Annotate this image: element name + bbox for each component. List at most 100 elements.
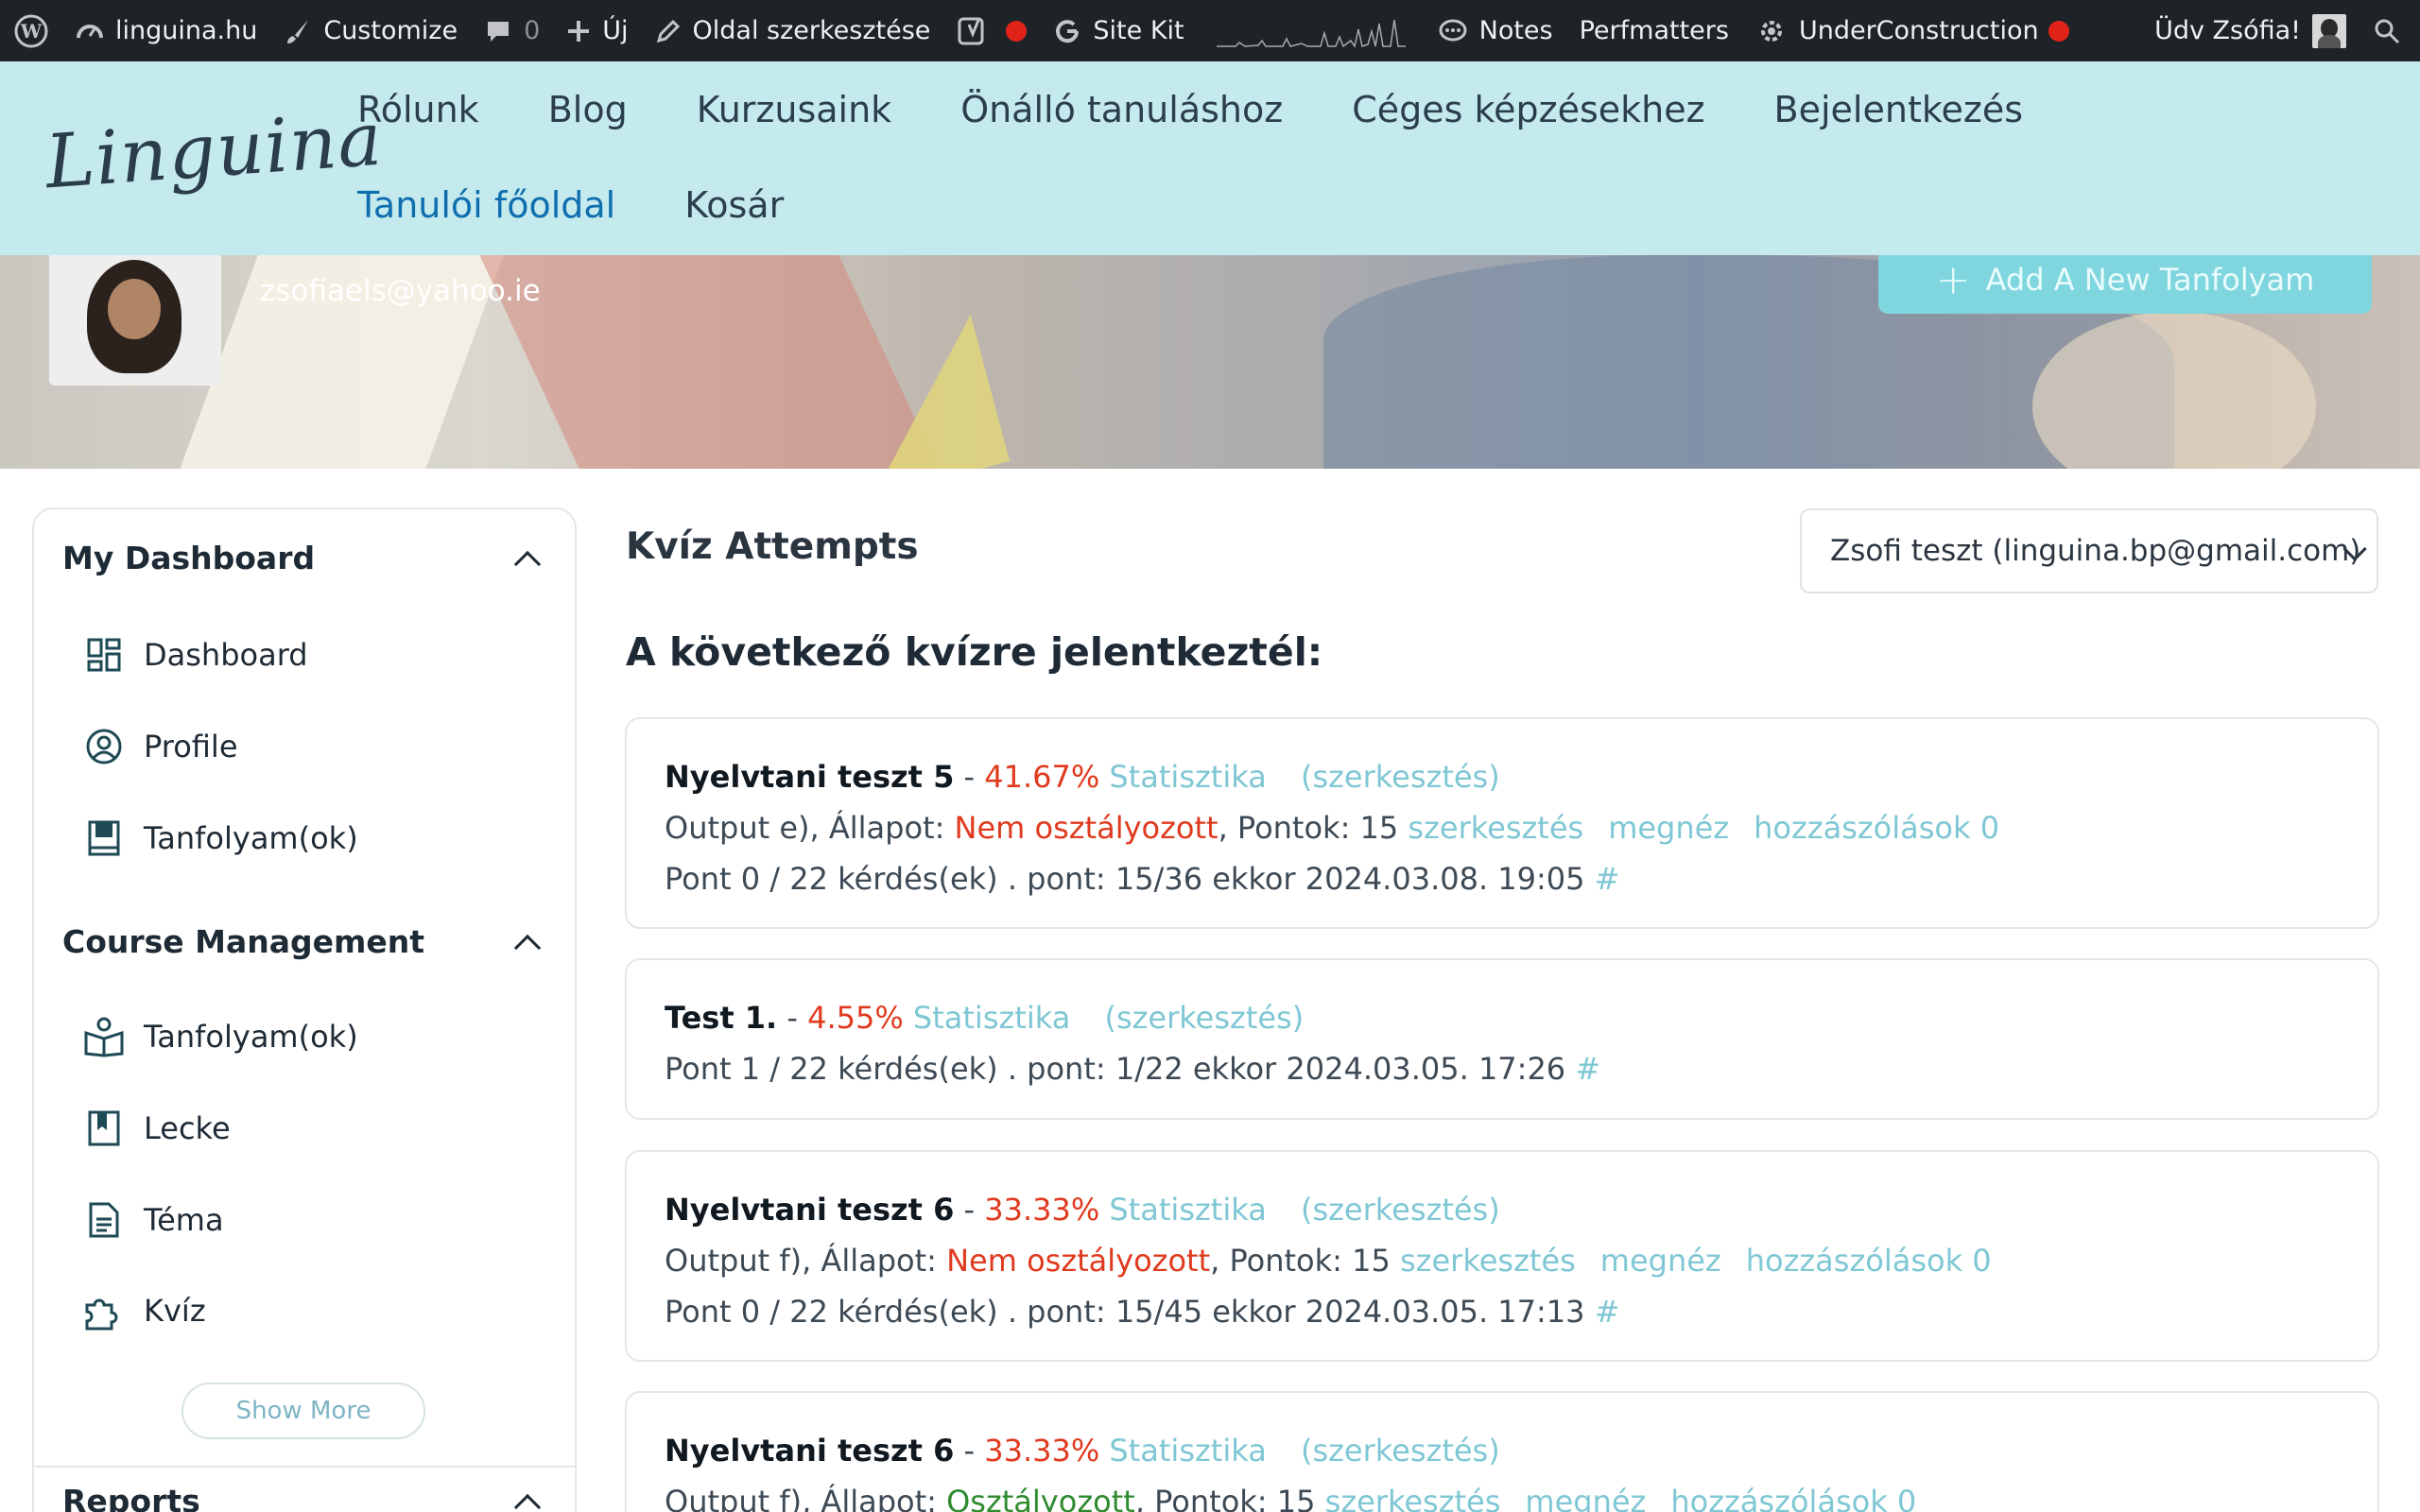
user-select-dropdown[interactable]: Zsofi teszt (linguina.bp@gmail.com): [1800, 508, 2378, 593]
quiz-title[interactable]: Nyelvtani teszt 5: [665, 759, 954, 795]
sidebar-section-course-management[interactable]: Course Management: [62, 923, 544, 961]
permalink-hash[interactable]: #: [1575, 1051, 1600, 1087]
score-percent: 41.67%: [984, 759, 1100, 795]
sidebar-item-topics[interactable]: Téma: [83, 1199, 224, 1241]
admin-avatar: [2312, 13, 2346, 48]
admin-under-construction-label: UnderConstruction: [1798, 16, 2039, 45]
sidebar-item-quiz[interactable]: Kvíz: [83, 1290, 206, 1332]
view-essay-link[interactable]: megnéz: [1608, 810, 1729, 846]
view-essay-link[interactable]: megnéz: [1600, 1243, 1721, 1279]
show-more-button[interactable]: Show More: [182, 1383, 425, 1439]
comments-link[interactable]: hozzászólások 0: [1746, 1243, 1992, 1279]
profile-email: zsofiaels@yahoo.ie: [260, 274, 541, 308]
essay-points: , Pontok: 15: [1210, 1243, 1400, 1279]
attempt-detail-row: Pont 0 / 22 kérdés(ek) . pont: 15/45 ekk…: [665, 1286, 2340, 1337]
dashboard-sidebar: My Dashboard Dashboard Profile Tanfolyam…: [32, 507, 577, 1512]
essay-output: Output e), Állapot:: [665, 810, 955, 846]
nav-item-blog[interactable]: Blog: [548, 61, 628, 157]
nav-item-onallo-tanulashoz[interactable]: Önálló tanuláshoz: [960, 61, 1283, 157]
sidebar-item-lessons[interactable]: Lecke: [83, 1108, 231, 1149]
permalink-hash[interactable]: #: [1595, 1294, 1620, 1330]
sidebar-item-label: Dashboard: [144, 637, 308, 673]
edit-quiz-link[interactable]: (szerkesztés): [1301, 1433, 1500, 1469]
admin-edit-page-label: Oldal szerkesztése: [692, 16, 931, 45]
admin-search-icon[interactable]: [2360, 0, 2420, 61]
statistics-link[interactable]: Statisztika: [1109, 759, 1266, 795]
nav-item-kurzusaink[interactable]: Kurzusaink: [697, 61, 892, 157]
chevron-up-icon: [513, 550, 542, 577]
plus-icon: [566, 19, 591, 43]
sidebar-section-title: Reports: [62, 1483, 200, 1512]
sidebar-section-reports[interactable]: Reports: [62, 1483, 544, 1512]
speech-bubble-icon: [1438, 17, 1468, 45]
nav-item-tanuloi-fooldal[interactable]: Tanulói főoldal: [357, 157, 615, 252]
main-navigation: Rólunk Blog Kurzusaink Önálló tanuláshoz…: [357, 61, 2371, 252]
attempt-detail-row: Pont 0 / 22 kérdés(ek) . pont: 15/36 ekk…: [665, 853, 2340, 904]
sidebar-item-profile[interactable]: Profile: [83, 726, 238, 767]
edit-quiz-link[interactable]: (szerkesztés): [1104, 1000, 1304, 1036]
admin-account-menu[interactable]: Üdv Zsófia!: [2141, 0, 2360, 61]
attempt-essay-row: Output f), Állapot: Nem osztályozott, Po…: [665, 1235, 2340, 1286]
quiz-title[interactable]: Nyelvtani teszt 6: [665, 1192, 954, 1228]
edit-essay-link[interactable]: szerkesztés: [1400, 1243, 1576, 1279]
attempt-heading: Nyelvtani teszt 5 - 41.67% Statisztika (…: [665, 751, 2340, 802]
comment-bubble-icon: [484, 17, 512, 45]
edit-essay-link[interactable]: szerkesztés: [1325, 1484, 1501, 1512]
edit-quiz-link[interactable]: (szerkesztés): [1301, 759, 1500, 795]
admin-site-kit-link[interactable]: Site Kit: [1040, 0, 1197, 61]
admin-notes-link[interactable]: Notes: [1425, 0, 1566, 61]
admin-new-label: Új: [602, 16, 629, 45]
profile-avatar: [49, 255, 221, 386]
nav-item-kosar[interactable]: Kosár: [684, 157, 784, 252]
chevron-up-icon: [513, 934, 542, 961]
bookmark-book-icon: [83, 1108, 125, 1149]
attempt-detail: Pont 0 / 22 kérdés(ek) . pont: 15/36 ekk…: [665, 861, 1595, 897]
admin-notes-label: Notes: [1478, 16, 1553, 45]
svg-text:W: W: [20, 20, 43, 43]
admin-under-construction-link[interactable]: UnderConstruction: [1742, 0, 2083, 61]
attempt-essay-row: Output e), Állapot: Nem osztályozott, Po…: [665, 802, 2340, 853]
sidebar-item-enrolled-courses[interactable]: Tanfolyam(ok): [83, 817, 358, 859]
sidebar-item-dashboard[interactable]: Dashboard: [83, 634, 308, 676]
admin-perfmatters-label: Perfmatters: [1579, 16, 1729, 45]
quiz-attempt-card: Nyelvtani teszt 5 - 41.67% Statisztika (…: [625, 717, 2379, 929]
permalink-hash[interactable]: #: [1595, 861, 1620, 897]
yoast-seo-icon[interactable]: [943, 0, 1040, 61]
attempt-detail-row: Pont 1 / 22 kérdés(ek) . pont: 1/22 ekko…: [665, 1043, 2340, 1094]
sidebar-item-courses[interactable]: Tanfolyam(ok): [83, 1016, 358, 1057]
document-icon: [83, 1199, 125, 1241]
nav-item-bejelentkezes[interactable]: Bejelentkezés: [1774, 61, 2023, 157]
seo-status-dot-icon: [1006, 20, 1028, 42]
admin-edit-page-link[interactable]: Oldal szerkesztése: [642, 0, 944, 61]
statistics-link[interactable]: Statisztika: [1109, 1192, 1266, 1228]
score-percent: 33.33%: [984, 1433, 1100, 1469]
book-icon: [83, 817, 125, 859]
quiz-title[interactable]: Test 1.: [665, 1000, 777, 1036]
add-new-course-button[interactable]: + Add A New Tanfolyam: [1878, 255, 2372, 314]
site-logo[interactable]: Linguina: [43, 97, 385, 206]
admin-new-link[interactable]: Új: [553, 0, 641, 61]
admin-perfmatters-link[interactable]: Perfmatters: [1566, 0, 1742, 61]
edit-essay-link[interactable]: szerkesztés: [1408, 810, 1583, 846]
sidebar-section-my-dashboard[interactable]: My Dashboard: [62, 540, 544, 577]
statistics-link[interactable]: Statisztika: [1109, 1433, 1266, 1469]
admin-site-link[interactable]: linguina.hu: [62, 0, 270, 61]
comments-link[interactable]: hozzászólások 0: [1754, 810, 1999, 846]
wordpress-logo-icon[interactable]: W: [0, 0, 62, 61]
edit-quiz-link[interactable]: (szerkesztés): [1301, 1192, 1500, 1228]
sidebar-divider: [34, 1466, 575, 1468]
grading-status: Nem osztályozott: [954, 810, 1219, 846]
open-book-user-icon: [83, 1016, 125, 1057]
sidebar-section-title: Course Management: [62, 923, 425, 960]
admin-customize-link[interactable]: Customize: [270, 0, 471, 61]
quiz-title[interactable]: Nyelvtani teszt 6: [665, 1433, 954, 1469]
separator: -: [954, 759, 985, 795]
comments-link[interactable]: hozzászólások 0: [1670, 1484, 1916, 1512]
view-essay-link[interactable]: megnéz: [1525, 1484, 1646, 1512]
nav-item-ceges-kepzesekhez[interactable]: Céges képzésekhez: [1352, 61, 1704, 157]
admin-comments-link[interactable]: 0: [471, 0, 553, 61]
grading-status: Osztályozott: [946, 1484, 1135, 1512]
sidebar-section-title: My Dashboard: [62, 540, 316, 576]
statistics-link[interactable]: Statisztika: [913, 1000, 1070, 1036]
nav-item-rolunk[interactable]: Rólunk: [357, 61, 479, 157]
